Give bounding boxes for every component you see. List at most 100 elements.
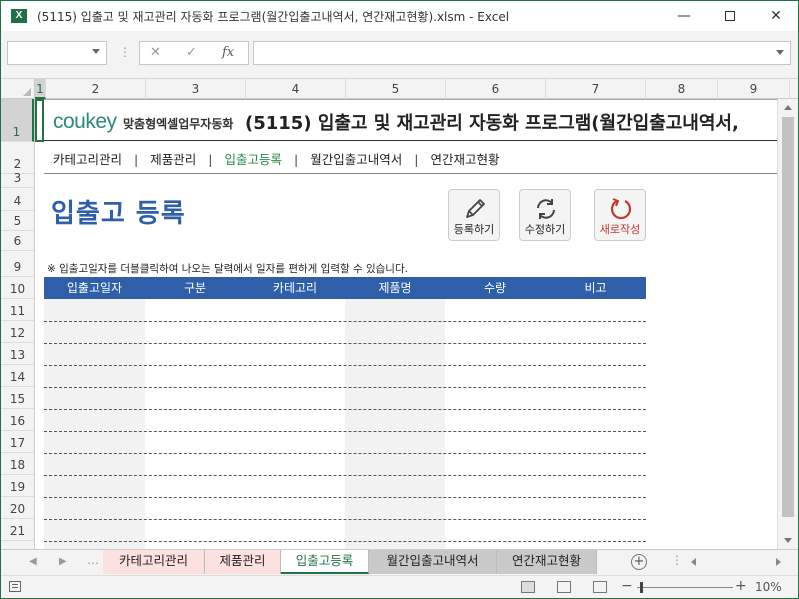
tab-inout-register[interactable]: 입출고등록 — [281, 550, 369, 574]
select-all-corner[interactable] — [1, 79, 35, 99]
row-header[interactable]: 15 — [1, 387, 34, 409]
zoom-level[interactable]: 10% — [755, 580, 782, 594]
scroll-up-icon[interactable] — [784, 105, 792, 110]
row-header[interactable]: 16 — [1, 409, 34, 431]
horizontal-scrollbar[interactable] — [691, 556, 781, 568]
row-headers: 1 2 3 4 5 6 9 10 11 12 13 14 15 16 17 18… — [1, 99, 35, 549]
coukey-logo: coukey — [53, 110, 117, 133]
nav-item-product[interactable]: 제품관리 — [150, 152, 196, 167]
table-column[interactable] — [345, 299, 445, 549]
nav-item-annual-stock[interactable]: 연간재고현황 — [430, 152, 499, 167]
vertical-scrollbar[interactable] — [777, 99, 798, 549]
table-row[interactable] — [44, 321, 646, 322]
enter-icon[interactable]: ✓ — [186, 45, 197, 60]
row-header[interactable]: 3 — [1, 171, 34, 188]
scroll-thumb[interactable] — [782, 117, 794, 517]
scroll-right-icon[interactable] — [776, 558, 781, 566]
usage-note: ※ 입출고일자를 더블클릭하여 나오는 달력에서 일자를 편하게 입력할 수 있… — [47, 263, 408, 275]
row-header[interactable]: 1 — [1, 99, 34, 142]
active-cell[interactable] — [35, 99, 44, 142]
tab-monthly-report[interactable]: 월간입출고내역서 — [369, 550, 497, 574]
table-row[interactable] — [44, 387, 646, 388]
table-row[interactable] — [44, 365, 646, 366]
row-header[interactable]: 11 — [1, 299, 34, 321]
nav-divider — [44, 173, 777, 174]
row-header[interactable]: 5 — [1, 211, 34, 231]
zoom-slider[interactable] — [637, 587, 733, 588]
row-header[interactable]: 10 — [1, 277, 34, 299]
tab-more-icon[interactable]: … — [87, 553, 99, 567]
macro-record-icon[interactable] — [9, 581, 21, 592]
tab-scroll-right-icon[interactable]: ▶ — [59, 556, 67, 567]
tab-annual-stock[interactable]: 연간재고현황 — [497, 550, 597, 574]
row-header[interactable]: 4 — [1, 188, 34, 211]
register-button[interactable]: 등록하기 — [448, 189, 500, 241]
new-button[interactable]: 새로작성 — [594, 189, 646, 241]
table-header-cell: 제품명 — [378, 281, 412, 295]
row-header[interactable]: 14 — [1, 365, 34, 387]
add-sheet-icon[interactable]: + — [631, 554, 647, 570]
row-header[interactable]: 13 — [1, 343, 34, 365]
logo-tagline: 맞춤형엑셀업무자동화 — [123, 117, 234, 131]
row-header[interactable]: 12 — [1, 321, 34, 343]
name-box[interactable] — [7, 41, 107, 65]
pencil-icon — [466, 199, 485, 218]
zoom-in-icon[interactable]: + — [735, 578, 747, 594]
formula-input[interactable] — [253, 41, 791, 65]
normal-view-icon[interactable] — [521, 581, 535, 593]
row-header[interactable]: 2 — [1, 142, 34, 174]
table-row[interactable] — [44, 409, 646, 410]
maximize-icon — [725, 11, 735, 21]
column-header[interactable]: 7 — [546, 79, 646, 99]
minimize-button[interactable]: — — [661, 1, 707, 31]
table-column[interactable] — [44, 299, 145, 549]
column-header[interactable]: 1 — [35, 79, 46, 99]
tab-product[interactable]: 제품관리 — [205, 550, 281, 574]
tab-splitter-icon[interactable]: ⋮ — [671, 553, 683, 567]
table-row[interactable] — [44, 453, 646, 454]
column-header[interactable]: 2 — [46, 79, 146, 99]
close-button[interactable]: ✕ — [753, 1, 798, 31]
column-header[interactable]: 4 — [246, 79, 346, 99]
window-title: (5115) 입출고 및 재고관리 자동화 프로그램(월간입출고내역서, 연간재… — [37, 10, 510, 24]
table-column[interactable] — [145, 299, 245, 549]
column-header[interactable]: 9 — [718, 79, 790, 99]
nav-item-category[interactable]: 카테고리관리 — [53, 152, 122, 167]
chevron-down-icon[interactable] — [92, 49, 100, 54]
column-header[interactable]: 8 — [646, 79, 718, 99]
row-header[interactable]: 9 — [1, 251, 34, 277]
formula-buttons: ✕ ✓ fx — [139, 41, 249, 65]
worksheet[interactable]: coukey 맞춤형엑셀업무자동화 (5115) 입출고 및 재고관리 자동화 … — [35, 99, 777, 549]
row-header[interactable]: 20 — [1, 497, 34, 519]
page-break-preview-icon[interactable] — [593, 581, 607, 593]
scroll-left-icon[interactable] — [691, 558, 696, 566]
table-row[interactable] — [44, 343, 646, 344]
zoom-slider-thumb[interactable] — [640, 582, 643, 593]
table-row[interactable] — [44, 431, 646, 432]
row-header[interactable]: 21 — [1, 519, 34, 541]
nav-item-inout-register[interactable]: 입출고등록 — [224, 152, 282, 167]
table-row[interactable] — [44, 519, 646, 520]
row-header[interactable]: 18 — [1, 453, 34, 475]
cancel-icon[interactable]: ✕ — [150, 45, 161, 60]
scroll-down-icon[interactable] — [784, 538, 792, 543]
expand-formula-icon[interactable] — [776, 50, 784, 55]
row-header[interactable]: 6 — [1, 231, 34, 251]
row-header[interactable]: 19 — [1, 475, 34, 497]
tab-scroll-left-icon[interactable]: ◀ — [29, 556, 37, 567]
column-header[interactable]: 6 — [446, 79, 546, 99]
table-row[interactable] — [44, 541, 646, 542]
column-header[interactable]: 3 — [146, 79, 246, 99]
table-row[interactable] — [44, 475, 646, 476]
column-header[interactable]: 5 — [346, 79, 446, 99]
edit-button[interactable]: 수정하기 — [519, 189, 571, 241]
page-layout-icon[interactable] — [557, 581, 571, 593]
table-row[interactable] — [44, 497, 646, 498]
row-header[interactable]: 17 — [1, 431, 34, 453]
formula-bar-grip-icon: ⋮ — [119, 45, 131, 59]
tab-category[interactable]: 카테고리관리 — [103, 550, 205, 574]
nav-item-monthly-report[interactable]: 월간입출고내역서 — [310, 152, 402, 167]
insert-function-icon[interactable]: fx — [222, 45, 234, 60]
maximize-button[interactable] — [707, 1, 753, 31]
zoom-out-icon[interactable]: − — [621, 578, 633, 594]
